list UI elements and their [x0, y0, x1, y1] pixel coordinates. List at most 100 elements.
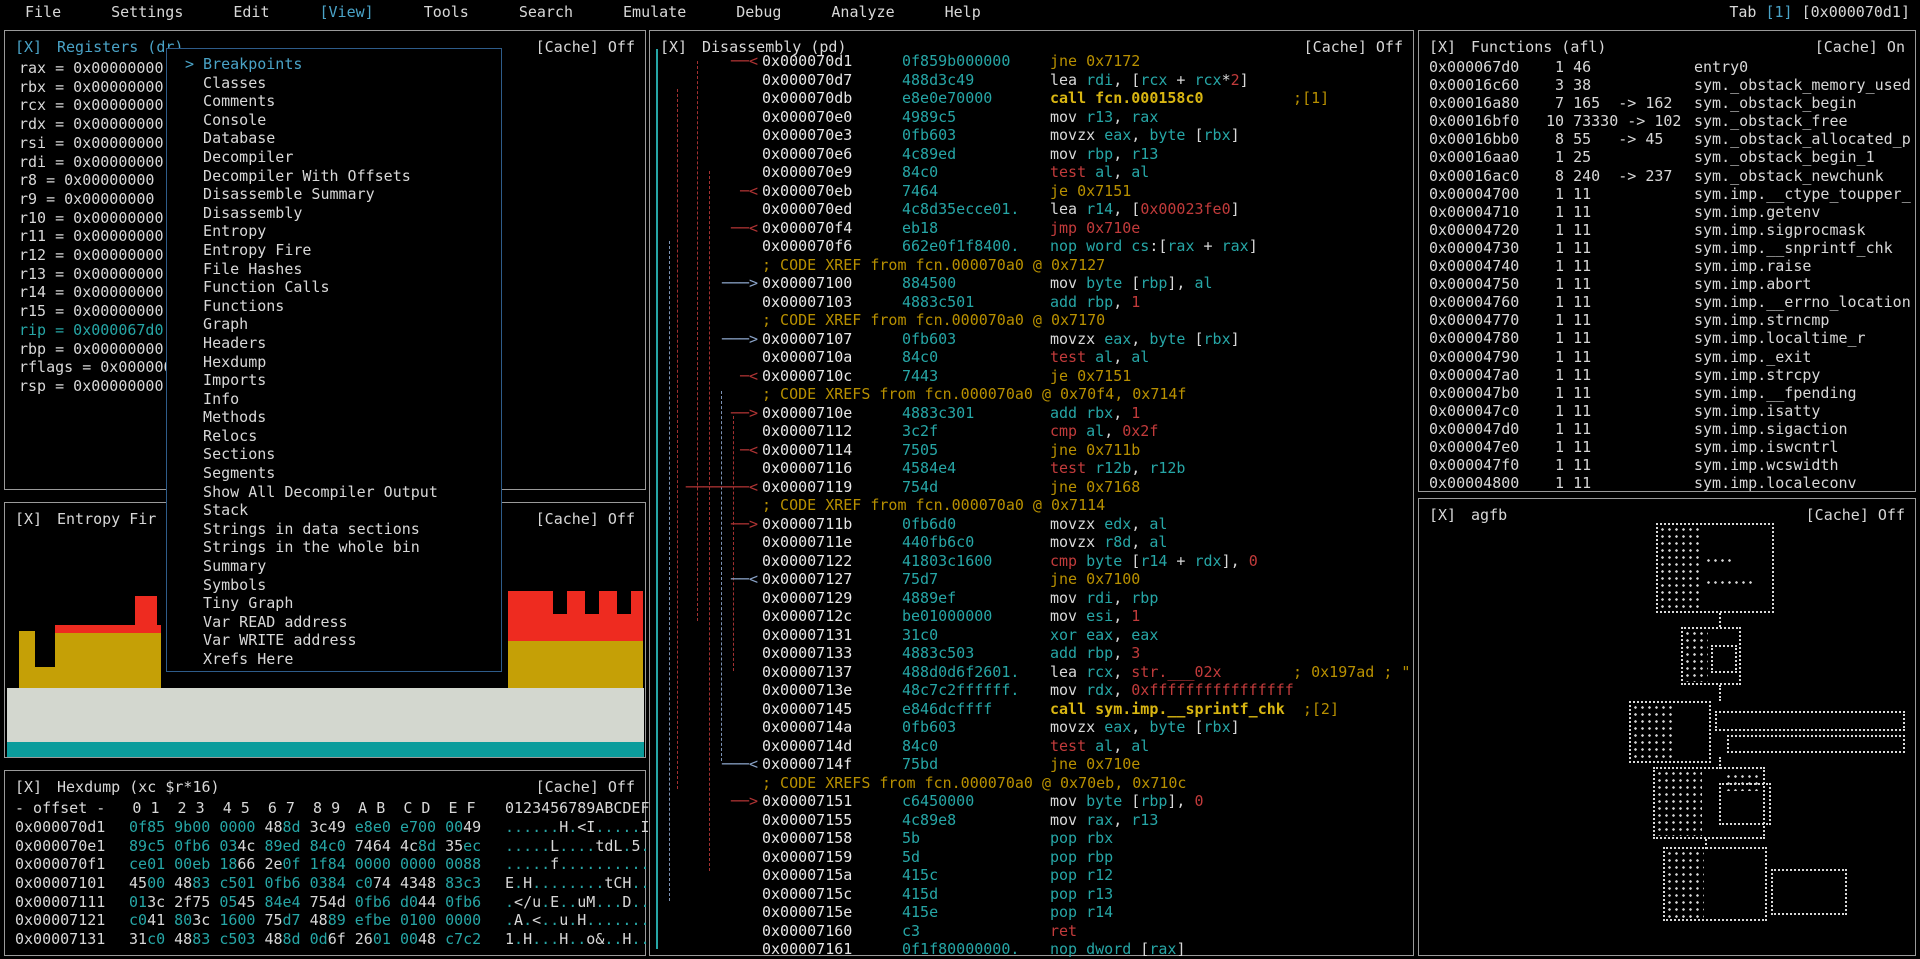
close-icon[interactable]: [X] [1429, 506, 1456, 524]
disassembly-row[interactable]: ; CODE XREF from fcn.000070a0 @ 0x7127 [650, 256, 1413, 275]
view-menu-item-segments[interactable]: Segments [185, 464, 438, 483]
view-menu-item-decompiler-with-offsets[interactable]: Decompiler With Offsets [185, 167, 438, 186]
disassembly-row[interactable]: 0x000071610f1f80000000.nop dword [rax] [650, 940, 1413, 959]
register-row-r9[interactable]: r9 = 0x00000000 [19, 190, 191, 209]
register-row-rip[interactable]: rip = 0x000067d0 [19, 321, 191, 340]
disassembly-row[interactable]: 0x0000714d84c0test al, al [650, 737, 1413, 756]
close-icon[interactable]: [X] [15, 38, 42, 56]
disassembly-row[interactable]: 0x000070e64c89edmov rbp, r13 [650, 145, 1413, 164]
view-menu-item-functions[interactable]: Functions [185, 297, 438, 316]
view-menu-item-decompiler[interactable]: Decompiler [185, 148, 438, 167]
view-menu-item-tiny-graph[interactable]: Tiny Graph [185, 594, 438, 613]
register-row-r10[interactable]: r10 = 0x00000000 [19, 209, 191, 228]
register-row-r15[interactable]: r15 = 0x00000000 [19, 302, 191, 321]
view-menu-item-symbols[interactable]: Symbols [185, 576, 438, 595]
view-menu-item-classes[interactable]: Classes [185, 74, 438, 93]
close-icon[interactable]: [X] [15, 510, 42, 528]
view-menu-item-var-write-address[interactable]: Var WRITE address [185, 631, 438, 650]
disassembly-row[interactable]: ─<0x000070eb7464je 0x7151 [650, 182, 1413, 201]
view-menu-item-hexdump[interactable]: Hexdump [185, 353, 438, 372]
menu-view[interactable]: [View] [320, 3, 374, 21]
view-menu-item-strings-in-the-whole-bin[interactable]: Strings in the whole bin [185, 538, 438, 557]
menu-analyze[interactable]: Analyze [831, 3, 894, 21]
register-row-rflags[interactable]: rflags = 0x00000000 [19, 358, 191, 377]
view-menu-item-file-hashes[interactable]: File Hashes [185, 260, 438, 279]
disassembly-row[interactable]: 0x0000714a0fb603movzx eax, byte [rbx] [650, 718, 1413, 737]
menu-file[interactable]: File [25, 3, 61, 21]
cache-toggle[interactable]: [Cache] Off [536, 38, 635, 56]
view-menu-item-stack[interactable]: Stack [185, 501, 438, 520]
disassembly-row[interactable]: ; CODE XREF from fcn.000070a0 @ 0x7170 [650, 311, 1413, 330]
view-menu-item-headers[interactable]: Headers [185, 334, 438, 353]
disassembly-row[interactable]: 0x0000715a415cpop r12 [650, 866, 1413, 885]
view-menu-item-show-all-decompiler-output[interactable]: Show All Decompiler Output [185, 483, 438, 502]
view-menu-item-graph[interactable]: Graph [185, 315, 438, 334]
disassembly-row[interactable]: 0x000070ed4c8d35ecce01.lea r14, [0x00023… [650, 200, 1413, 219]
disassembly-row[interactable]: 0x000070d7488d3c49lea rdi, [rcx + rcx*2] [650, 71, 1413, 90]
register-row-rax[interactable]: rax = 0x00000000 [19, 59, 191, 78]
cache-toggle[interactable]: [Cache] Off [536, 510, 635, 528]
view-menu-item-relocs[interactable]: Relocs [185, 427, 438, 446]
menu-tools[interactable]: Tools [424, 3, 469, 21]
disassembly-row[interactable]: ─<0x000071147505jne 0x711b [650, 441, 1413, 460]
disassembly-row[interactable]: 0x000070e30fb603movzx eax, byte [rbx] [650, 126, 1413, 145]
disassembly-row[interactable]: ───────<0x00007119754djne 0x7168 [650, 478, 1413, 497]
view-menu-item-breakpoints[interactable]: > Breakpoints [185, 55, 438, 74]
register-row-rbp[interactable]: rbp = 0x00000000 [19, 340, 191, 359]
view-menu-item-imports[interactable]: Imports [185, 371, 438, 390]
disassembly-row[interactable]: ──>0x00007151c6450000mov byte [rbp], 0 [650, 792, 1413, 811]
menu-emulate[interactable]: Emulate [623, 3, 686, 21]
register-row-rcx[interactable]: rcx = 0x00000000 [19, 96, 191, 115]
menu-debug[interactable]: Debug [736, 3, 781, 21]
disassembly-row[interactable]: ───<0x0000714f75bdjne 0x710e [650, 755, 1413, 774]
view-menu-item-database[interactable]: Database [185, 129, 438, 148]
disassembly-row[interactable]: 0x000071334883c503add rbp, 3 [650, 644, 1413, 663]
disassembly-row[interactable]: 0x0000715e415epop r14 [650, 903, 1413, 922]
disassembly-row[interactable]: 0x0000713131c0xor eax, eax [650, 626, 1413, 645]
menu-settings[interactable]: Settings [111, 3, 183, 21]
disassembly-row[interactable]: ───>0x000071070fb603movzx eax, byte [rbx… [650, 330, 1413, 349]
menu-edit[interactable]: Edit [233, 3, 269, 21]
register-row-rdi[interactable]: rdi = 0x00000000 [19, 153, 191, 172]
register-row-rdx[interactable]: rdx = 0x00000000 [19, 115, 191, 134]
menu-help[interactable]: Help [945, 3, 981, 21]
view-menu-item-disassembly[interactable]: Disassembly [185, 204, 438, 223]
disassembly-row[interactable]: ; CODE XREFS from fcn.000070a0 @ 0x70f4,… [650, 385, 1413, 404]
disassembly-row[interactable]: 0x000071554c89e8mov rax, r13 [650, 811, 1413, 830]
disassembly-row[interactable]: 0x000071164584e4test r12b, r12b [650, 459, 1413, 478]
view-menu-item-strings-in-data-sections[interactable]: Strings in data sections [185, 520, 438, 539]
disassembly-row[interactable]: ──<0x000070f4eb18jmp 0x710e [650, 219, 1413, 238]
register-row-r12[interactable]: r12 = 0x00000000 [19, 246, 191, 265]
view-menu-item-methods[interactable]: Methods [185, 408, 438, 427]
disassembly-row[interactable]: 0x0000715c415dpop r13 [650, 885, 1413, 904]
view-menu-item-function-calls[interactable]: Function Calls [185, 278, 438, 297]
disassembly-row[interactable]: 0x000071585bpop rbx [650, 829, 1413, 848]
menu-search[interactable]: Search [519, 3, 573, 21]
view-menu-item-entropy-fire[interactable]: Entropy Fire [185, 241, 438, 260]
view-menu-item-summary[interactable]: Summary [185, 557, 438, 576]
close-icon[interactable]: [X] [1429, 38, 1456, 56]
disassembly-row[interactable]: 0x000070f6662e0f1f8400.nop word cs:[rax … [650, 237, 1413, 256]
cache-toggle[interactable]: [Cache] On [1815, 38, 1905, 56]
disassembly-row[interactable]: 0x0000710a84c0test al, al [650, 348, 1413, 367]
register-row-rsp[interactable]: rsp = 0x00000000 [19, 377, 191, 396]
disassembly-row[interactable]: 0x000071294889efmov rdi, rbp [650, 589, 1413, 608]
disassembly-row[interactable]: 0x00007145e846dcffffcall sym.imp.__sprin… [650, 700, 1413, 719]
view-menu-item-info[interactable]: Info [185, 390, 438, 409]
cache-toggle[interactable]: [Cache] Off [1806, 506, 1905, 524]
disassembly-row[interactable]: ──>0x0000711b0fb6d0movzx edx, al [650, 515, 1413, 534]
disassembly-row[interactable]: ──<0x000070d10f859b000000jne 0x7172 [650, 52, 1413, 71]
disassembly-row[interactable]: ───>0x00007100884500mov byte [rbp], al [650, 274, 1413, 293]
disassembly-row[interactable]: 0x000070e984c0test al, al [650, 163, 1413, 182]
register-row-r13[interactable]: r13 = 0x00000000 [19, 265, 191, 284]
register-row-r11[interactable]: r11 = 0x00000000 [19, 227, 191, 246]
disassembly-row[interactable]: 0x000071595dpop rbp [650, 848, 1413, 867]
register-row-r8[interactable]: r8 = 0x00000000 [19, 171, 191, 190]
view-menu-item-console[interactable]: Console [185, 111, 438, 130]
disassembly-row[interactable]: 0x0000711e440fb6c0movzx r8d, al [650, 533, 1413, 552]
view-menu-item-xrefs-here[interactable]: Xrefs Here [185, 650, 438, 669]
view-menu-item-comments[interactable]: Comments [185, 92, 438, 111]
register-row-rsi[interactable]: rsi = 0x00000000 [19, 134, 191, 153]
disassembly-row[interactable]: ; CODE XREF from fcn.000070a0 @ 0x7114 [650, 496, 1413, 515]
view-menu-item-sections[interactable]: Sections [185, 445, 438, 464]
